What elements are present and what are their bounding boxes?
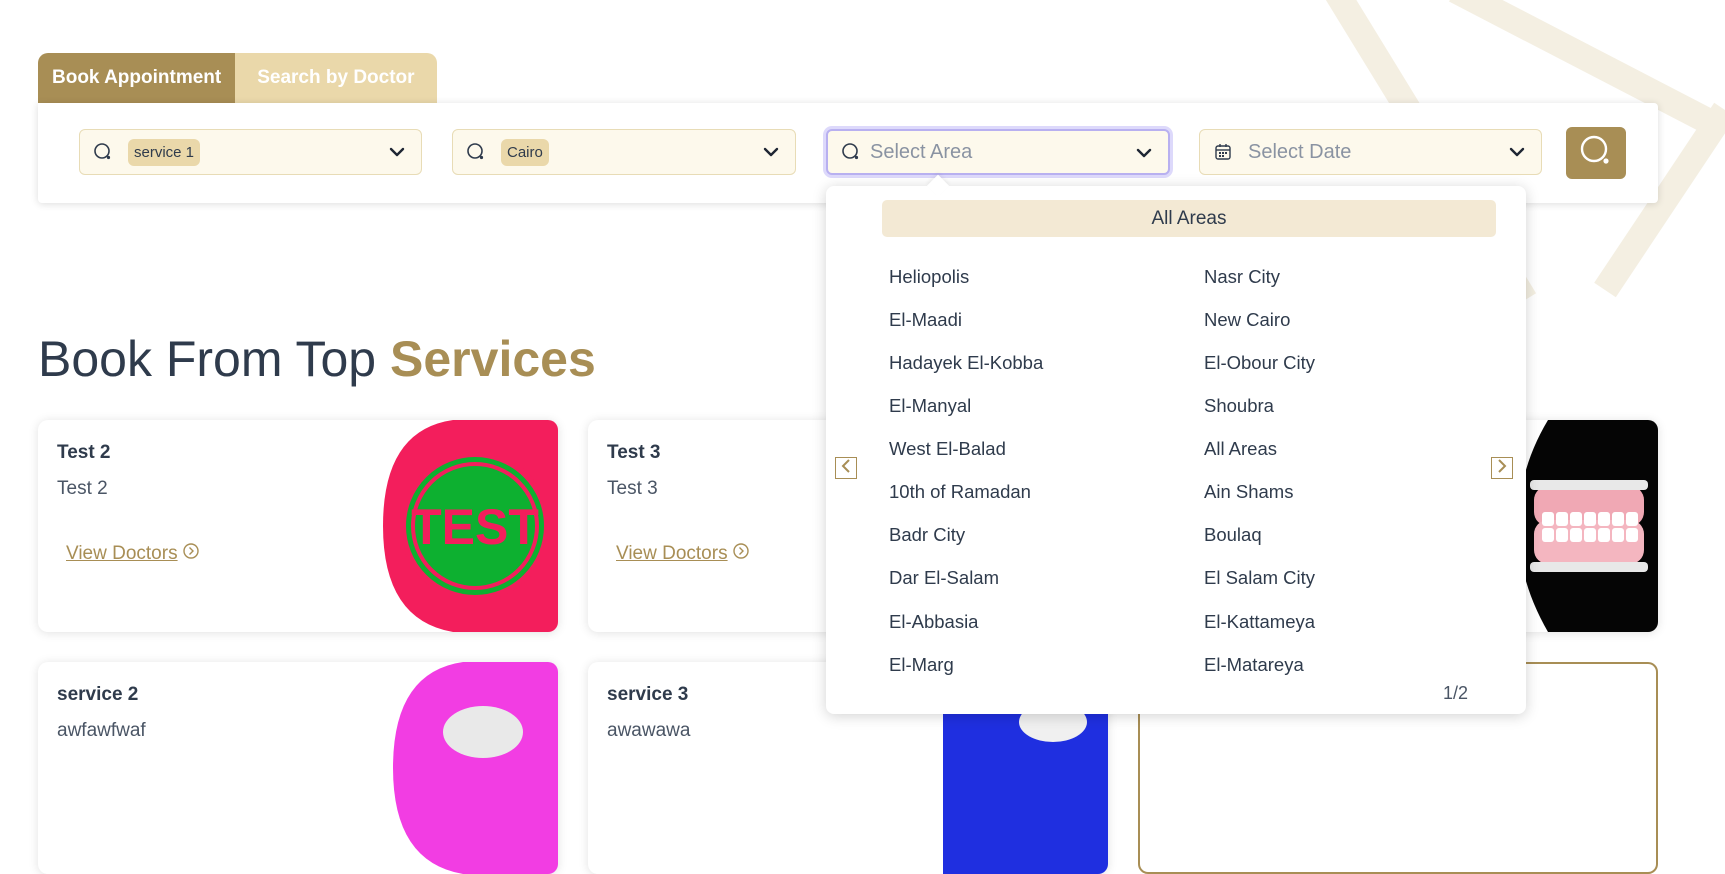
date-select[interactable]: Select Date — [1199, 129, 1542, 175]
view-doctors-link[interactable]: View Doctors — [66, 542, 200, 566]
city-select[interactable]: Cairo — [452, 129, 796, 175]
service-card[interactable]: Test 2 Test 2 View Doctors TEST — [38, 420, 558, 632]
area-option[interactable]: El-Obour City — [1204, 352, 1315, 374]
area-option[interactable]: Heliopolis — [889, 266, 969, 288]
area-option[interactable]: West El-Balad — [889, 438, 1006, 460]
card-title: Test 3 — [607, 442, 661, 463]
area-option[interactable]: El-Marg — [889, 654, 954, 676]
area-option[interactable]: El-Kattameya — [1204, 611, 1315, 633]
card-title: Test 2 — [57, 442, 111, 463]
search-button[interactable] — [1566, 127, 1626, 179]
chevron-down-icon[interactable] — [1507, 142, 1527, 167]
prev-page-button[interactable] — [835, 457, 857, 479]
card-title: service 3 — [607, 684, 689, 705]
area-option[interactable]: El-Maadi — [889, 309, 962, 331]
area-option[interactable]: Boulaq — [1204, 524, 1262, 546]
date-placeholder: Select Date — [1248, 140, 1352, 163]
area-option[interactable]: All Areas — [1204, 438, 1277, 460]
test-stamp-image: TEST — [383, 420, 558, 632]
service-chip[interactable]: service 1 — [128, 138, 201, 166]
area-option[interactable]: Nasr City — [1204, 266, 1280, 288]
tab-search-by-doctor[interactable]: Search by Doctor — [235, 53, 437, 103]
search-icon — [840, 141, 862, 163]
next-page-button[interactable] — [1491, 457, 1513, 479]
all-areas-option[interactable]: All Areas — [882, 200, 1496, 237]
page-indicator: 1/2 — [1442, 683, 1468, 703]
tooth-image-magenta — [393, 662, 558, 874]
area-option[interactable]: Badr City — [889, 524, 965, 546]
card-title: service 2 — [57, 684, 139, 705]
chevron-down-icon[interactable] — [761, 142, 781, 167]
area-dropdown: All Areas Heliopolis El-Maadi Hadayek El… — [826, 174, 1526, 714]
area-option[interactable]: El-Manyal — [889, 395, 971, 417]
area-select[interactable]: Select Area — [826, 129, 1170, 175]
area-option[interactable]: New Cairo — [1204, 309, 1290, 331]
dental-model-image — [1518, 420, 1658, 632]
chevron-circle-icon — [182, 542, 200, 566]
card-description: awfawfwaf — [57, 720, 146, 741]
calendar-icon — [1212, 141, 1234, 163]
booking-tabs: Book Appointment Search by Doctor — [38, 53, 437, 103]
area-option[interactable]: Dar El-Salam — [889, 567, 999, 589]
city-chip[interactable]: Cairo — [501, 138, 549, 166]
service-card[interactable]: service 2 awfawfwaf — [38, 662, 558, 874]
card-description: Test 3 — [607, 478, 658, 499]
area-option[interactable]: El-Abbasia — [889, 611, 978, 633]
area-option[interactable]: El-Matareya — [1204, 654, 1304, 676]
chevron-circle-icon — [732, 542, 750, 566]
area-option[interactable]: El Salam City — [1204, 567, 1315, 589]
area-option[interactable]: Shoubra — [1204, 395, 1274, 417]
area-option[interactable]: 10th of Ramadan — [889, 481, 1031, 503]
area-placeholder: Select Area — [870, 140, 973, 163]
tab-book-appointment[interactable]: Book Appointment — [38, 53, 236, 103]
chevron-left-icon — [840, 458, 852, 478]
section-title: Book From Top Services — [38, 331, 596, 387]
svg-text:TEST: TEST — [411, 499, 539, 555]
area-option[interactable]: Ain Shams — [1204, 481, 1293, 503]
view-doctors-link[interactable]: View Doctors — [616, 542, 750, 566]
card-description: awawawa — [607, 720, 691, 741]
chevron-right-icon — [1496, 458, 1508, 478]
service-select[interactable]: service 1 — [79, 129, 422, 175]
search-icon — [465, 141, 487, 163]
chevron-down-icon[interactable] — [1134, 143, 1154, 168]
card-description: Test 2 — [57, 478, 108, 499]
search-icon — [1579, 134, 1613, 173]
search-icon — [92, 141, 114, 163]
area-option[interactable]: Hadayek El-Kobba — [889, 352, 1043, 374]
chevron-down-icon[interactable] — [387, 142, 407, 167]
